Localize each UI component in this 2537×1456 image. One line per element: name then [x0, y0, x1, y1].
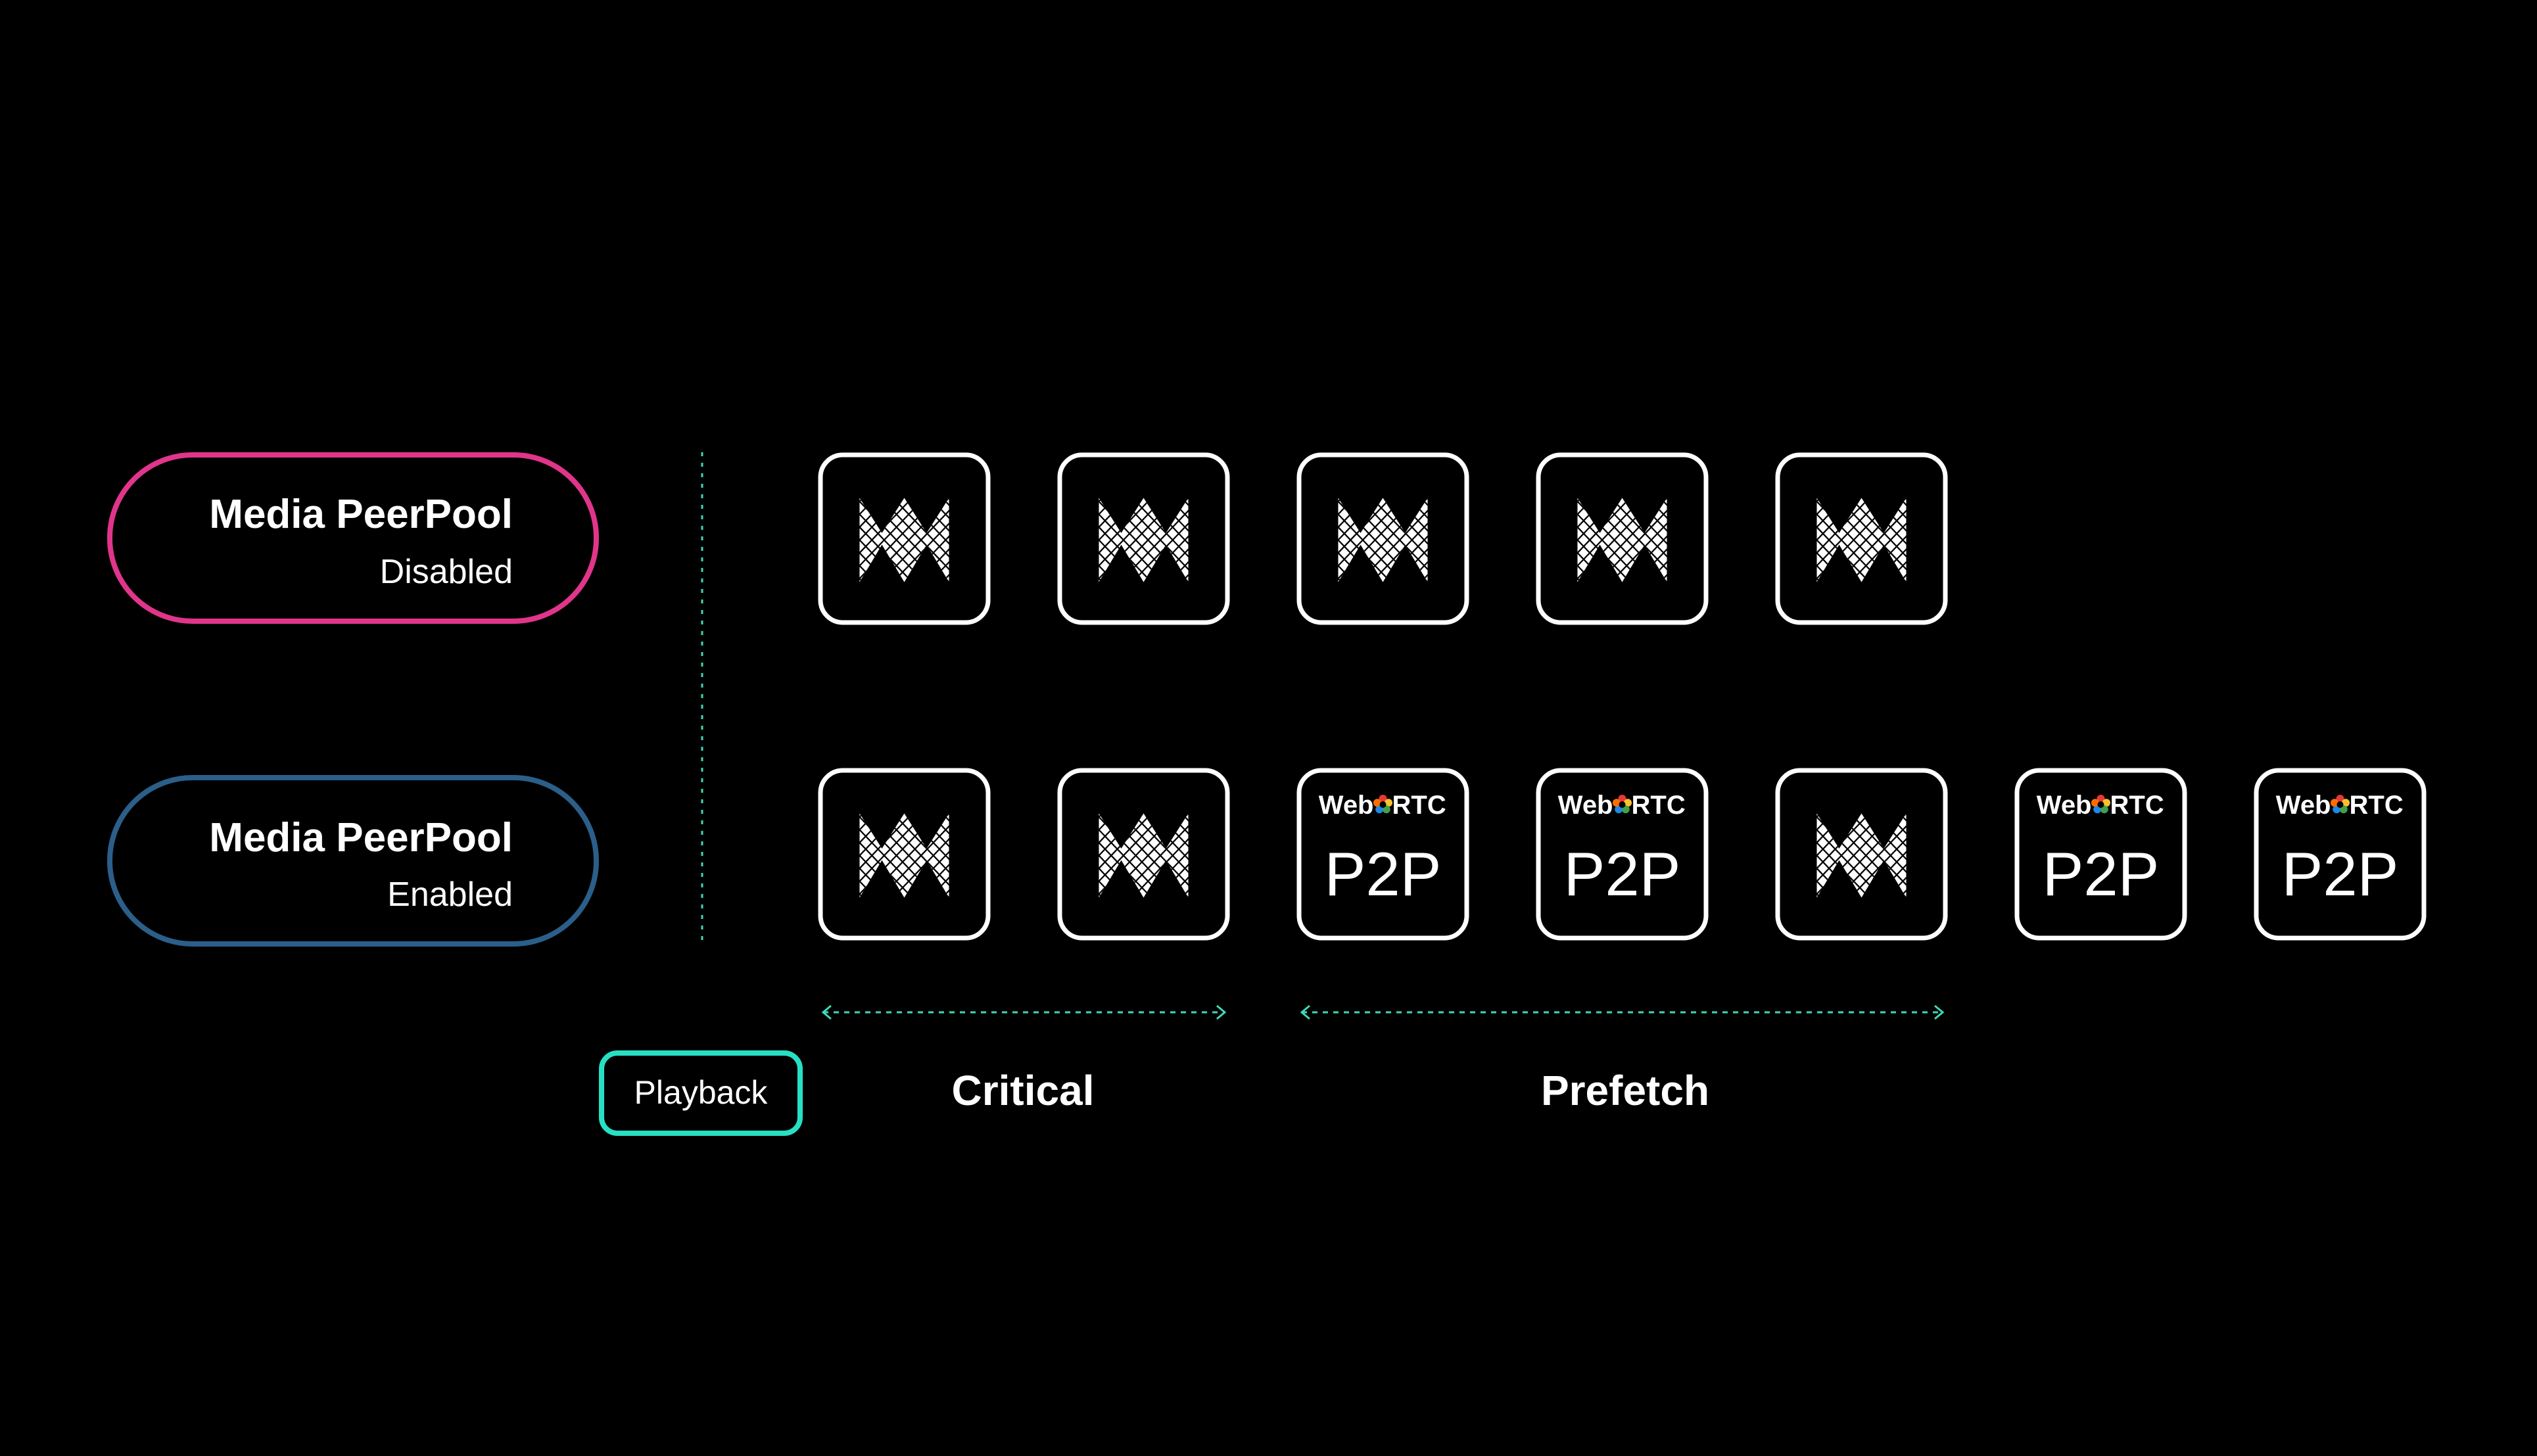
webrtc-brand-right: RTC [2350, 791, 2404, 820]
tile-row-disabled [818, 452, 1948, 625]
segment-label-critical: Critical [952, 1067, 1095, 1114]
p2p-label: P2P [2043, 839, 2160, 908]
mode-status: Enabled [387, 876, 513, 914]
p2p-label: P2P [1564, 839, 1681, 908]
webrtc-brand-left: Web [1319, 791, 1374, 820]
p2p-label: P2P [1325, 839, 1442, 908]
p2p-label: P2P [2282, 839, 2399, 908]
playback-label: Playback [634, 1074, 769, 1111]
p2p-tile: Web RTC P2P [2254, 768, 2427, 941]
webrtc-brand-left: Web [2037, 791, 2092, 820]
webrtc-brand-right: RTC [1632, 791, 1686, 820]
p2p-tile: Web RTC P2P [1296, 768, 1469, 941]
peerpool-diagram: Media PeerPool Disabled Media PeerPool E… [0, 0, 2537, 1456]
background [0, 0, 2537, 1456]
webrtc-brand-left: Web [2276, 791, 2331, 820]
p2p-tile: Web RTC P2P [2014, 768, 2187, 941]
webrtc-brand-left: Web [1558, 791, 1613, 820]
webrtc-brand-right: RTC [1392, 791, 1446, 820]
mode-status: Disabled [380, 553, 513, 591]
p2p-tile: Web RTC P2P [1536, 768, 1709, 941]
mode-title: Media PeerPool [209, 815, 513, 860]
segment-label-prefetch: Prefetch [1541, 1067, 1709, 1114]
webrtc-brand-right: RTC [2110, 791, 2164, 820]
mode-title: Media PeerPool [209, 492, 513, 537]
